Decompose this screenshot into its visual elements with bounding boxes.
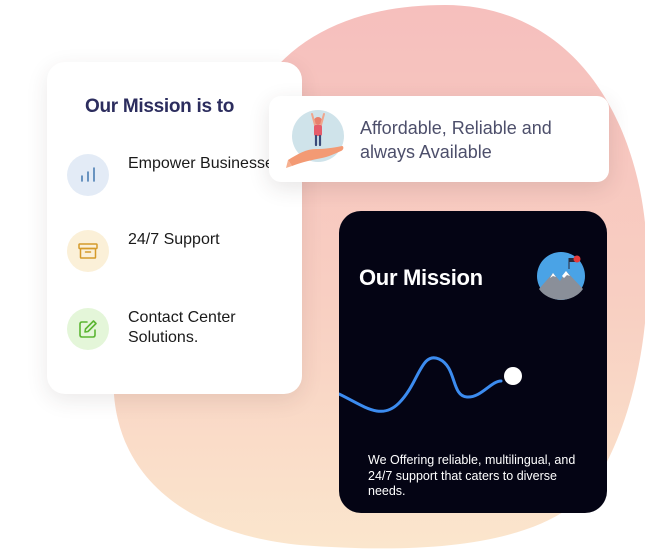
hand-holding-person-icon	[286, 110, 344, 168]
edit-pencil-icon	[67, 308, 109, 350]
archive-box-icon	[67, 230, 109, 272]
mission-item-label: Empower Businesses	[128, 155, 282, 172]
mission-item-label: 24/7 Support	[128, 231, 220, 248]
tagline-text: Affordable, Reliable and always Availabl…	[360, 118, 552, 162]
our-mission-title: Our Mission	[359, 265, 483, 290]
wave-line-graphic	[339, 356, 522, 413]
our-mission-description: We Offering reliable, multilingual, and …	[368, 453, 576, 498]
mission-item-label: Contact Center Solutions.	[128, 309, 236, 346]
mountain-flag-icon	[537, 252, 585, 300]
mission-item-contact-center: Contact Center Solutions.	[67, 308, 287, 354]
mission-list-title: Our Mission is to	[85, 96, 235, 117]
tagline-card: Affordable, Reliable and always Availabl…	[269, 96, 609, 182]
mission-item-empower: Empower Businesses	[67, 154, 287, 200]
our-mission-card: Our Mission We Offering reliable, multil…	[339, 211, 607, 513]
mission-item-support: 24/7 Support	[67, 230, 287, 276]
mission-list-card: Our Mission is to Empower Businesses 24/…	[47, 62, 302, 394]
bar-chart-icon	[67, 154, 109, 196]
